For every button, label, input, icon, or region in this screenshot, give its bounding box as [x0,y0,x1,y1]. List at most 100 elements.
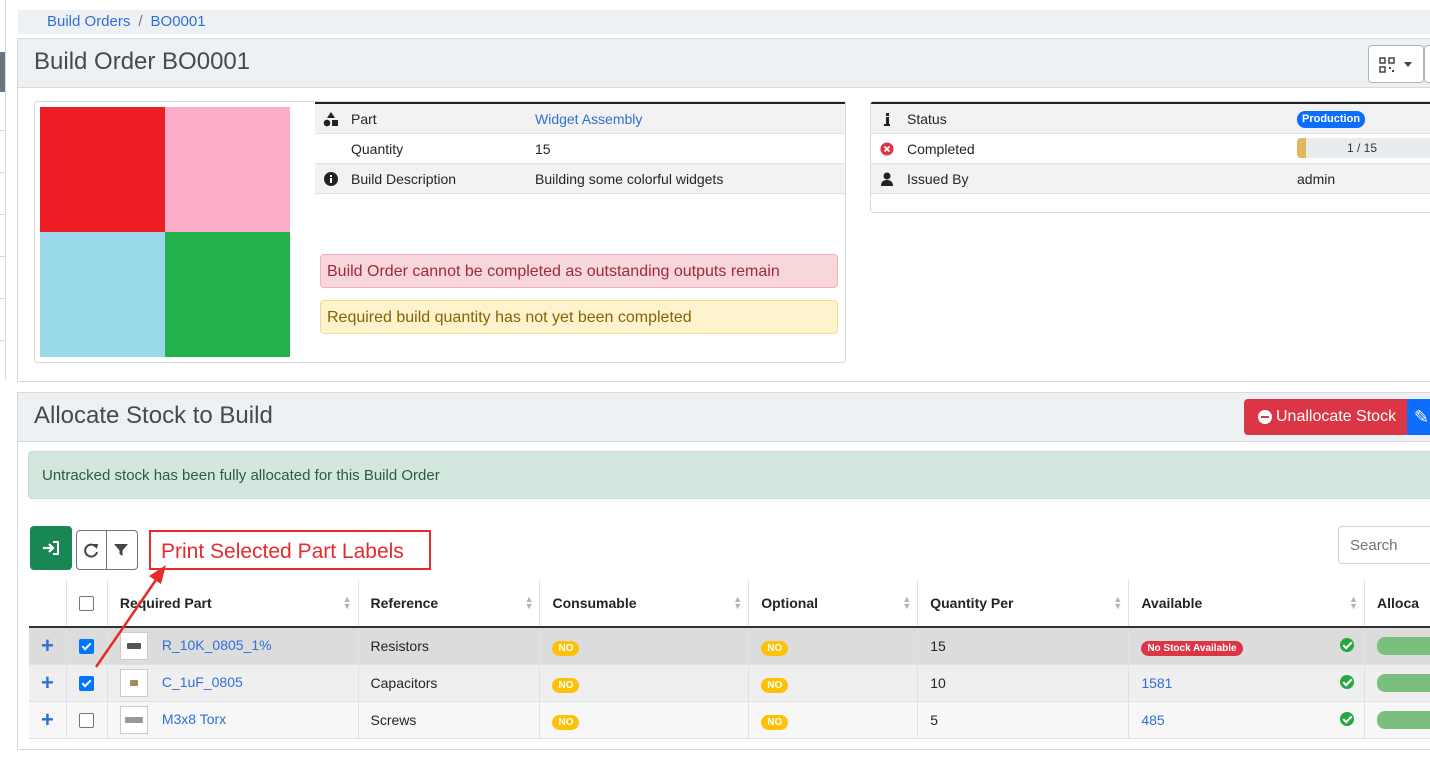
allocated-progress [1377,711,1430,730]
column-header-consumable[interactable]: Consumable ▲ ▼ [539,580,749,628]
table-tools [76,530,138,570]
sign-in-icon [43,541,59,555]
quantity-value: 15 [535,141,551,157]
minus-circle-icon [1258,410,1272,424]
actions-button[interactable] [1424,45,1430,83]
incomplete-outputs-alert: Build Order cannot be completed as outst… [320,254,838,288]
expand-cell: + [29,664,67,702]
completed-progress: 1 / 15 [1297,138,1430,158]
filter-icon[interactable] [113,542,129,558]
part-cell: M3x8 Torx [106,701,359,739]
issued-value: admin [1297,171,1336,187]
optional-badge: NO [761,641,789,656]
quantity-cell: 15 [917,627,1129,665]
check-circle-icon [1340,712,1354,726]
issued-label: Issued By [907,171,969,187]
part-link[interactable]: M3x8 Torx [162,711,226,727]
sort-icon: ▲ ▼ [733,594,743,611]
allocated-progress [1377,637,1430,656]
part-cell: C_1uF_0805 [106,664,359,702]
available-cell: 485 [1128,701,1365,739]
part-thumbnail [119,706,148,734]
reference-cell: Capacitors [357,664,540,702]
allocated-cell [1364,664,1430,702]
breadcrumb-build-orders[interactable]: Build Orders [47,13,130,30]
image-quadrant [40,232,165,357]
part-link[interactable]: Widget Assembly [535,111,642,127]
part-link[interactable]: C_1uF_0805 [162,674,243,690]
expand-plus-icon[interactable]: + [41,707,54,732]
sort-icon: ▲ ▼ [1113,594,1123,611]
shapes-icon [323,112,338,127]
reference-cell: Screws [357,701,540,739]
row-checkbox[interactable] [78,713,94,729]
allocate-panel: Allocate Stock to Build Unallocate Stock… [17,392,1430,750]
allocated-cell [1364,701,1430,739]
checkbox-cell [65,701,108,739]
sidebar-divider [0,172,5,173]
part-thumbnail [119,669,148,697]
optional-badge: NO [761,678,789,693]
expand-plus-icon[interactable]: + [41,633,54,658]
table-row: + C_1uF_0805 Capacitors NO NO 10 1581 [29,664,1430,702]
search-input[interactable] [1338,526,1430,564]
column-header-available[interactable]: Available ▲ ▼ [1128,580,1365,628]
row-checkbox[interactable] [78,639,94,655]
select-all-checkbox[interactable] [78,596,94,612]
allocation-success-alert: Untracked stock has been fully allocated… [28,451,1430,499]
allocate-title: Allocate Stock to Build [34,402,273,429]
checkbox-cell [65,664,108,702]
quantity-label: Quantity [351,141,404,157]
unallocate-stock-button[interactable]: Unallocate Stock [1244,399,1408,435]
column-header-optional[interactable]: Optional ▲ ▼ [748,580,918,628]
allocated-progress [1377,674,1430,693]
available-link[interactable]: 1581 [1141,675,1172,691]
optional-cell: NO [748,701,918,739]
row-checkbox[interactable] [78,676,94,692]
expand-cell: + [29,701,67,739]
table-header-row: Required Part ▲ ▼ Reference ▲ ▼ Consumable ▲ ▼… [29,580,1430,628]
part-cell: R_10K_0805_1% [106,627,359,665]
sidebar-divider [0,130,5,131]
available-link[interactable]: 485 [1141,712,1164,728]
expand-column-header [29,580,67,628]
consumable-badge: NO [552,715,580,730]
sort-icon: ▲ ▼ [524,594,534,611]
annotation-callout: Print Selected Part Labels [149,530,431,570]
build-details-card: Part Widget Assembly Quantity 15 Build D… [34,101,846,363]
check-circle-icon [1340,675,1354,689]
details-table: Part Widget Assembly Quantity 15 Build D… [315,102,845,194]
status-card: Status Production Completed 1 / 15 Issue… [870,101,1430,213]
part-link[interactable]: R_10K_0805_1% [162,637,272,653]
button-divider [106,531,107,569]
auto-allocate-button[interactable]: ✎ [1407,399,1430,435]
reference-cell: Resistors [357,627,540,665]
column-header-quantity-per[interactable]: Quantity Per ▲ ▼ [917,580,1129,628]
completed-label: Completed [907,141,975,157]
page-title: Build Order BO0001 [34,48,251,75]
user-icon [881,172,893,186]
image-quadrant [40,107,165,232]
no-stock-badge: No Stock Available [1141,641,1243,656]
build-order-header: Build Order BO0001 [18,39,1430,88]
qr-code-button[interactable] [1368,45,1424,83]
status-badge: Production [1297,111,1366,128]
column-header-allocated[interactable]: Alloca [1364,580,1430,628]
sort-icon: ▲ ▼ [342,594,352,611]
part-label: Part [351,111,377,127]
breadcrumb-bo0001[interactable]: BO0001 [151,13,206,30]
refresh-icon[interactable] [83,542,99,558]
image-quadrant [165,232,290,357]
completed-row: Completed 1 / 15 [871,134,1430,164]
column-header-required-part[interactable]: Required Part ▲ ▼ [106,580,359,628]
column-header-reference[interactable]: Reference ▲ ▼ [357,580,540,628]
allocate-selected-button[interactable] [30,526,72,570]
select-all-header [65,580,108,628]
sidebar-edge [0,0,6,380]
quantity-warning-alert: Required build quantity has not yet been… [320,300,838,334]
status-label: Status [907,111,947,127]
allocate-header: Allocate Stock to Build Unallocate Stock… [18,393,1430,442]
optional-badge: NO [761,715,789,730]
consumable-badge: NO [552,678,580,693]
expand-plus-icon[interactable]: + [41,670,54,695]
